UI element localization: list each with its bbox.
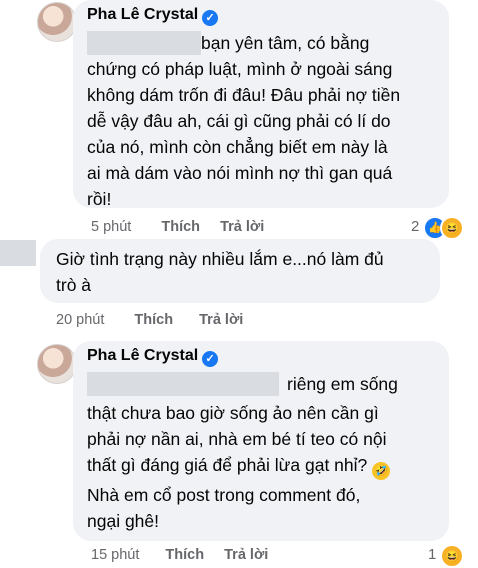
comment-text: bạn yên tâm, có bằng chứng có pháp luật,… bbox=[87, 33, 401, 209]
comment-time[interactable]: 15 phút bbox=[91, 547, 139, 563]
reaction-count[interactable]: 2 bbox=[411, 218, 419, 235]
haha-icon: 😆 bbox=[440, 544, 464, 568]
verified-badge-icon: ✓ bbox=[202, 351, 219, 367]
verified-badge-icon: ✓ bbox=[202, 10, 219, 26]
reply-button[interactable]: Trả lời bbox=[220, 219, 264, 235]
avatar[interactable] bbox=[37, 344, 77, 384]
comment-time[interactable]: 20 phút bbox=[56, 312, 104, 328]
reply-button[interactable]: Trả lời bbox=[199, 312, 243, 328]
comment-text: Giờ tình trạng này nhiều lắm e...nó làm … bbox=[56, 249, 384, 295]
comment-meta: 20 phút Thích Trả lời bbox=[56, 312, 243, 328]
comment-author[interactable]: Pha Lê Crystal ✓ bbox=[87, 6, 219, 26]
avatar[interactable] bbox=[37, 2, 77, 42]
reply-button[interactable]: Trả lời bbox=[224, 547, 268, 563]
rofl-emoji: 🤣 bbox=[372, 462, 391, 480]
comment-time[interactable]: 5 phút bbox=[91, 219, 131, 235]
like-button[interactable]: Thích bbox=[134, 312, 173, 328]
comment-meta: 15 phút Thích Trả lời bbox=[91, 547, 268, 563]
comment-meta: 5 phút Thích Trả lời bbox=[91, 219, 264, 235]
haha-icon: 😆 bbox=[440, 216, 464, 240]
comment-text-line1: riêng em sống bbox=[287, 374, 398, 394]
comment-author[interactable]: Pha Lê Crystal ✓ bbox=[87, 347, 219, 367]
like-button[interactable]: Thích bbox=[161, 219, 200, 235]
comment-text: thật chưa bao giờ sống ảo nên cần gì phả… bbox=[87, 400, 447, 480]
comment-text-2: Nhà em cổ post trong comment đó, ngại gh… bbox=[87, 485, 361, 531]
avatar-redacted bbox=[0, 240, 36, 266]
like-button[interactable]: Thích bbox=[165, 547, 204, 563]
reaction-count[interactable]: 1 bbox=[428, 546, 436, 563]
redacted-mention bbox=[87, 372, 279, 396]
